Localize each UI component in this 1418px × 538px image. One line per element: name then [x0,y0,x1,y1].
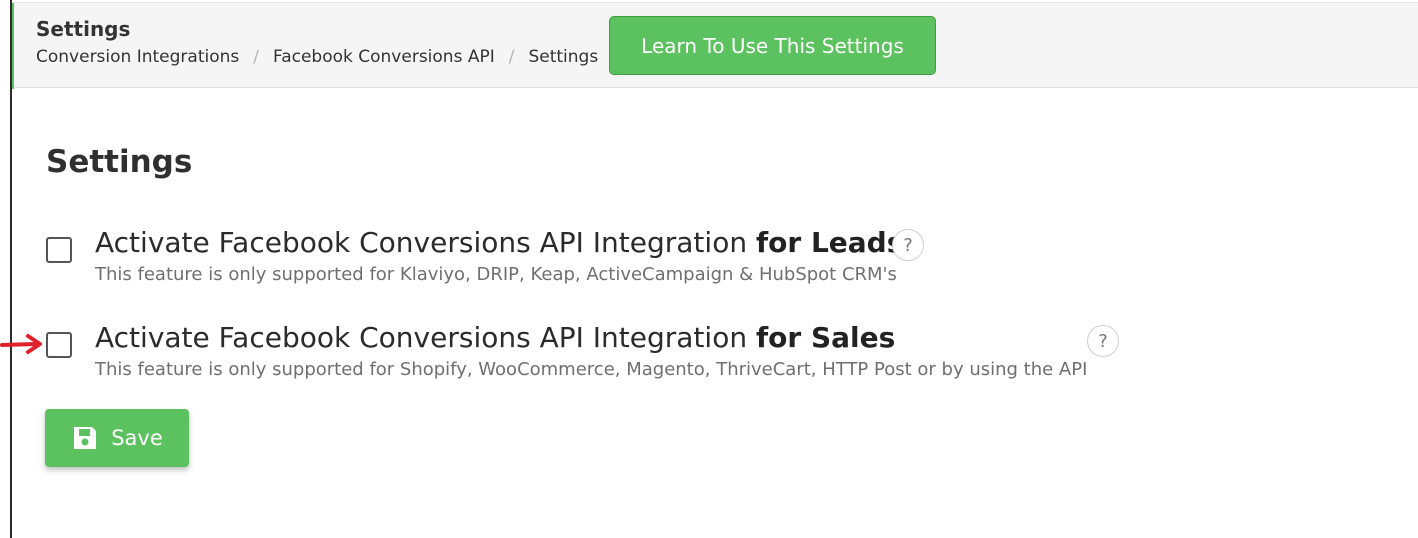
leads-help-icon[interactable]: ? [892,229,924,261]
breadcrumb-item-facebook-conversions-api[interactable]: Facebook Conversions API [273,47,495,67]
breadcrumb-separator: / [253,47,259,67]
breadcrumb-item-settings: Settings [528,47,599,67]
learn-settings-button[interactable]: Learn To Use This Settings [609,16,936,75]
sales-label-text: Activate Facebook Conversions API Integr… [95,321,748,354]
leads-integration-description: This feature is only supported for Klavi… [95,264,897,285]
page-header: Settings Conversion Integrations / Faceboo… [12,2,1418,89]
sales-integration-checkbox[interactable] [46,332,72,358]
save-button[interactable]: Save [45,409,189,467]
header-title: Settings [36,17,131,41]
page-title: Settings [46,144,193,180]
leads-label-bold: for Leads [755,226,904,259]
page: Settings Conversion Integrations / Faceboo… [0,0,1418,538]
sales-label-bold: for Sales [755,321,896,354]
sales-integration-label[interactable]: Activate Facebook Conversions API Integr… [95,321,895,354]
leads-label-text: Activate Facebook Conversions API Integr… [95,226,748,259]
header-accent-bar [12,3,14,89]
leads-integration-label[interactable]: Activate Facebook Conversions API Integr… [95,226,903,259]
breadcrumb-separator: / [508,47,515,67]
sales-integration-description: This feature is only supported for Shopi… [95,359,1088,380]
breadcrumb: Conversion Integrations / Facebook Convers… [36,47,598,67]
breadcrumb-item-conversion-integrations[interactable]: Conversion Integrations [36,47,239,67]
sales-help-icon[interactable]: ? [1087,325,1119,357]
save-button-label: Save [111,426,163,450]
red-arrow-icon [0,334,42,354]
floppy-disk-icon [74,427,97,449]
leads-integration-checkbox[interactable] [46,237,72,263]
